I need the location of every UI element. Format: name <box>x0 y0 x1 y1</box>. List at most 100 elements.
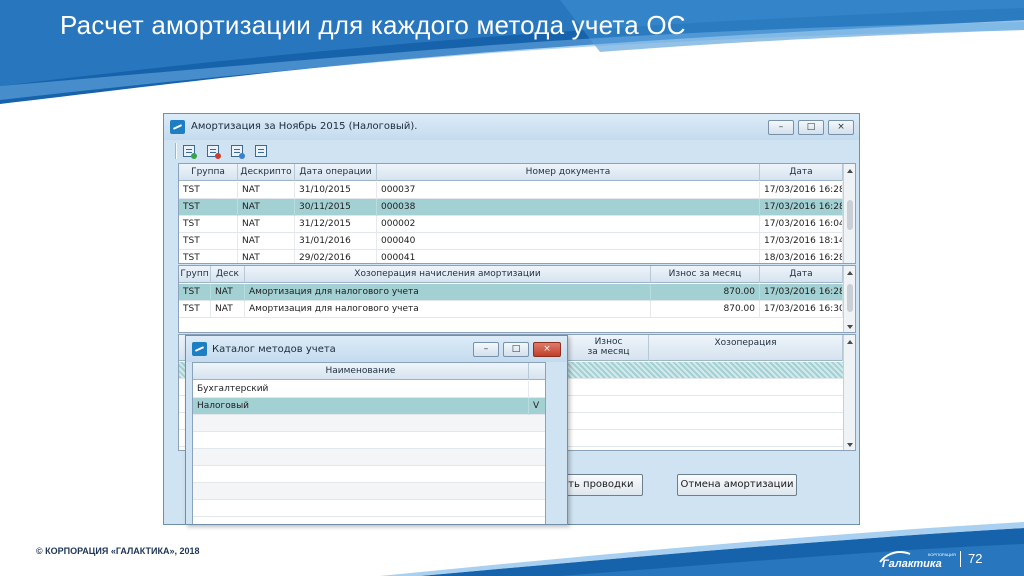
documents-grid-header: Группа Дескрипто Дата операции Номер док… <box>179 164 843 181</box>
window-titlebar[interactable]: Амортизация за Ноябрь 2015 (Налоговый). … <box>164 114 859 140</box>
cell-op-date: 29/02/2016 <box>295 250 377 263</box>
cell-descriptor: NAT <box>211 301 245 318</box>
cell-method-mark <box>529 381 545 398</box>
minimize-button[interactable]: – <box>473 342 499 357</box>
app-icon <box>170 120 185 134</box>
col-group[interactable]: Группа <box>179 164 238 181</box>
cell-group: TST <box>179 284 211 301</box>
scroll-down-icon[interactable] <box>847 443 853 447</box>
empty-row <box>193 483 545 500</box>
accounting-methods-dialog: Каталог методов учета – □ × Наименование… <box>185 335 568 525</box>
page-number: 72 <box>968 551 983 566</box>
brand-name: Галактика <box>882 558 942 570</box>
scroll-up-icon[interactable] <box>847 271 853 275</box>
minimize-button[interactable]: – <box>768 120 794 135</box>
cell-op-date: 30/11/2015 <box>295 199 377 216</box>
cell-doc-number: 000002 <box>377 216 760 233</box>
scroll-up-icon[interactable] <box>847 169 853 173</box>
col-operation[interactable]: Хозоперация начисления амортизации <box>245 266 651 283</box>
col-descriptor[interactable]: Дескрипто <box>238 164 295 181</box>
table-row[interactable]: Бухгалтерский <box>193 381 545 398</box>
cell-operation: Амортизация для налогового учета <box>245 301 651 318</box>
cell-group: TST <box>179 233 238 250</box>
col-date[interactable]: Дата <box>760 164 843 181</box>
cell-wear: 870.00 <box>651 301 760 318</box>
galaktika-logo: Галактика КОРПОРАЦИЯ <box>878 548 958 570</box>
cell-descriptor: NAT <box>238 233 295 250</box>
dialog-titlebar[interactable]: Каталог методов учета – □ × <box>186 336 567 362</box>
scroll-thumb[interactable] <box>847 284 853 312</box>
scroll-down-icon[interactable] <box>847 325 853 329</box>
cell-date: 17/03/2016 16:30 <box>760 301 843 318</box>
cell-group: TST <box>179 182 238 199</box>
table-row[interactable]: TST NAT Амортизация для налогового учета 87… <box>179 284 843 301</box>
cell-date: 18/03/2016 16:28 <box>760 250 843 263</box>
col-descriptor[interactable]: Деск <box>211 266 245 283</box>
copy-icon[interactable] <box>228 142 246 160</box>
scroll-thumb[interactable] <box>847 200 853 230</box>
col-wear[interactable]: Износ за месяц <box>651 266 760 283</box>
cell-doc-number: 000040 <box>377 233 760 250</box>
col-wear[interactable]: Износ за месяц <box>569 335 649 361</box>
operations-grid-header: Групп Деск Хозоперация начисления аморти… <box>179 266 843 283</box>
slide-title: Расчет амортизации для каждого метода уч… <box>60 10 686 40</box>
cell-date: 17/03/2016 16:28 <box>760 182 843 199</box>
cell-group: TST <box>179 216 238 233</box>
table-row[interactable]: TST NAT 30/11/2015 000038 17/03/2016 16:28 <box>179 199 843 216</box>
cell-method-name: Бухгалтерский <box>193 381 529 398</box>
empty-row <box>193 449 545 466</box>
col-mark <box>529 363 545 380</box>
cell-method-name: Налоговый <box>193 398 529 415</box>
maximize-button[interactable]: □ <box>503 342 529 357</box>
document-add-icon[interactable] <box>204 142 222 160</box>
window-title: Амортизация за Ноябрь 2015 (Налоговый). <box>191 121 418 132</box>
page-separator <box>960 551 961 567</box>
table-row[interactable]: TST NAT Амортизация для налогового учета 87… <box>179 301 843 318</box>
postings-scrollbar[interactable] <box>843 335 855 450</box>
cell-wear: 870.00 <box>651 284 760 301</box>
toolbar <box>172 140 854 162</box>
cell-group: TST <box>179 199 238 216</box>
col-doc-number[interactable]: Номер документа <box>377 164 760 181</box>
documents-scrollbar[interactable] <box>843 164 855 263</box>
scroll-up-icon[interactable] <box>847 340 853 344</box>
table-row[interactable]: Налоговый V <box>193 398 545 415</box>
footer-band <box>0 500 1024 576</box>
methods-grid-header: Наименование <box>193 363 545 380</box>
app-icon <box>192 342 207 356</box>
table-row[interactable]: TST NAT 31/01/2016 000040 17/03/2016 18:14 <box>179 233 843 250</box>
cell-method-mark: V <box>529 398 545 415</box>
close-button[interactable]: × <box>828 120 854 135</box>
table-row[interactable]: TST NAT 29/02/2016 000041 18/03/2016 16:28 <box>179 250 843 263</box>
col-group[interactable]: Групп <box>179 266 211 283</box>
cell-op-date: 31/01/2016 <box>295 233 377 250</box>
cell-date: 17/03/2016 16:28 <box>760 199 843 216</box>
cell-descriptor: NAT <box>211 284 245 301</box>
brand-small: КОРПОРАЦИЯ <box>928 552 956 557</box>
cell-doc-number: 000038 <box>377 199 760 216</box>
empty-row <box>193 415 545 432</box>
operations-grid: Групп Деск Хозоперация начисления аморти… <box>178 265 856 333</box>
toolbar-separator <box>175 143 177 159</box>
cell-date: 17/03/2016 16:28 <box>760 284 843 301</box>
cell-op-date: 31/12/2015 <box>295 216 377 233</box>
table-row[interactable]: TST NAT 31/10/2015 000037 17/03/2016 16:28 <box>179 182 843 199</box>
col-date[interactable]: Дата <box>760 266 843 283</box>
maximize-button[interactable]: □ <box>798 120 824 135</box>
cancel-depreciation-button[interactable]: Отмена амортизации <box>677 474 797 496</box>
cell-doc-number: 000041 <box>377 250 760 263</box>
report-icon[interactable] <box>180 142 198 160</box>
col-op-date[interactable]: Дата операции <box>295 164 377 181</box>
empty-row <box>193 432 545 449</box>
operations-scrollbar[interactable] <box>843 266 855 332</box>
table-icon[interactable] <box>252 142 270 160</box>
col-operation[interactable]: Хозоперация <box>649 335 843 361</box>
copyright: © КОРПОРАЦИЯ «ГАЛАКТИКА», 2018 <box>36 546 200 556</box>
cell-descriptor: NAT <box>238 182 295 199</box>
close-button[interactable]: × <box>533 342 561 357</box>
table-row[interactable]: TST NAT 31/12/2015 000002 17/03/2016 16:04 <box>179 216 843 233</box>
col-name[interactable]: Наименование <box>193 363 529 380</box>
cell-date: 17/03/2016 16:04 <box>760 216 843 233</box>
cell-op-date: 31/10/2015 <box>295 182 377 199</box>
cell-descriptor: NAT <box>238 199 295 216</box>
